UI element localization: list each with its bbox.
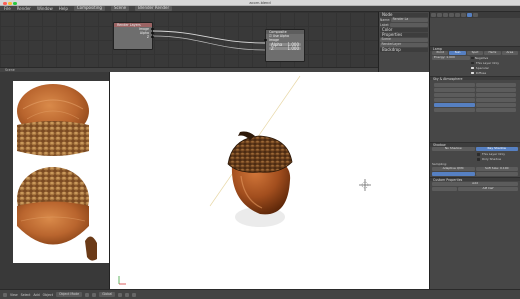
node-properties-panel: Node Name: Render La Label: Color Propert… xyxy=(378,12,429,72)
render-engine-selector[interactable]: Blender Render xyxy=(135,6,173,11)
pivot-icon[interactable] xyxy=(92,292,97,297)
menu-select[interactable]: Select xyxy=(21,293,31,297)
transform-orientation-selector[interactable]: Global xyxy=(99,292,116,297)
input-image: Image xyxy=(264,38,304,42)
object-tab-icon[interactable] xyxy=(449,13,454,17)
acorn-object[interactable] xyxy=(227,131,293,228)
api-row: API Def xyxy=(430,186,520,191)
node-editor[interactable]: Render Layers Image Alpha Z Composite ☑ … xyxy=(0,12,378,67)
checkbox-icon[interactable] xyxy=(477,152,480,156)
node-label-field[interactable] xyxy=(390,23,428,28)
texture-drawing xyxy=(17,84,97,261)
editor-type-icon[interactable] xyxy=(3,292,7,297)
image-editor[interactable] xyxy=(0,72,110,289)
socket-icon[interactable] xyxy=(264,38,268,42)
3d-viewport[interactable] xyxy=(110,72,429,289)
checkbox-icon[interactable] xyxy=(471,71,474,75)
texture-tab-icon[interactable] xyxy=(473,13,478,17)
lamp-type-area[interactable]: Area xyxy=(501,50,519,55)
sky-field[interactable] xyxy=(475,87,516,92)
socket-icon[interactable] xyxy=(150,35,154,39)
sky-field[interactable] xyxy=(475,82,516,87)
bottom-header: View Select Add Object Object Mode Globa… xyxy=(0,289,520,299)
sky-field[interactable] xyxy=(434,92,475,97)
sky-field[interactable] xyxy=(434,107,475,112)
viewport-scene xyxy=(118,75,371,285)
axis-gizmo-icon xyxy=(118,276,126,285)
custom-add-row: Add xyxy=(430,181,520,186)
render-tab-icon[interactable] xyxy=(431,13,436,17)
shading-icon[interactable] xyxy=(85,292,90,297)
soft-size-field[interactable]: Soft Size: 0.100 xyxy=(475,166,518,172)
render-preview-icon[interactable] xyxy=(132,292,137,297)
sampling-method-select[interactable]: Adaptive QMC xyxy=(432,167,475,172)
sky-field[interactable] xyxy=(475,92,516,97)
option-negative[interactable]: Negative xyxy=(471,56,518,60)
screen-layout-selector[interactable]: Compositing xyxy=(73,6,105,11)
sky-field[interactable] xyxy=(475,107,516,112)
sky-field[interactable] xyxy=(434,102,475,107)
api-field[interactable] xyxy=(432,186,457,191)
menu-view[interactable]: View xyxy=(10,293,18,297)
lamp-options: Negative xyxy=(471,56,518,60)
3d-cursor-icon[interactable] xyxy=(359,179,371,191)
backdrop-section-header[interactable]: Backdrop xyxy=(380,47,428,53)
energy-field[interactable]: Energy: 1.000 xyxy=(432,55,470,60)
menu-help[interactable]: Help xyxy=(59,6,68,11)
menu-render[interactable]: Render xyxy=(17,6,31,11)
sky-field[interactable] xyxy=(434,87,475,92)
ray-shadow-button[interactable]: Ray Shadow xyxy=(475,147,518,152)
snap-icon[interactable] xyxy=(125,292,130,297)
sky-settings xyxy=(430,80,520,143)
socket-icon[interactable] xyxy=(150,27,154,31)
properties-context xyxy=(430,18,520,46)
no-shadow-button[interactable]: No Shadow xyxy=(432,147,475,152)
window-title: acorn.blend xyxy=(249,0,271,5)
lamp-type-hemi[interactable]: Hemi xyxy=(484,50,501,55)
lamp-tab-icon[interactable] xyxy=(467,13,472,17)
checkbox-icon[interactable] xyxy=(471,66,474,70)
checkbox-icon[interactable] xyxy=(477,157,480,161)
modifiers-tab-icon[interactable] xyxy=(461,13,466,17)
menu-file[interactable]: File xyxy=(4,6,11,11)
node-name-field[interactable]: Render La xyxy=(391,17,428,22)
add-property-button[interactable]: Add xyxy=(432,181,518,186)
menu-window[interactable]: Window xyxy=(37,6,53,11)
acorn-texture-image xyxy=(13,81,109,263)
socket-icon[interactable] xyxy=(150,31,154,35)
sky-field[interactable] xyxy=(475,97,516,102)
scene-tab-icon[interactable] xyxy=(437,13,442,17)
checkbox-icon[interactable] xyxy=(471,61,474,65)
sampling-option[interactable] xyxy=(475,172,518,177)
constraints-tab-icon[interactable] xyxy=(455,13,460,17)
api-def-field[interactable]: API Def xyxy=(458,186,518,191)
layers-icon[interactable] xyxy=(118,292,123,297)
sampling-option[interactable] xyxy=(432,172,475,177)
composite-node[interactable]: Composite ☑ Use Alpha Image Alpha 1.000 Z… xyxy=(264,29,305,62)
menu-add[interactable]: Add xyxy=(33,293,39,297)
properties-editor: Lamp Point Sun Spot Hemi Area Energy: 1.… xyxy=(429,12,520,289)
sky-field[interactable] xyxy=(434,82,475,87)
menu-object[interactable]: Object xyxy=(43,293,53,297)
sky-field[interactable] xyxy=(434,97,475,102)
energy-row: Energy: 1.000 Negative xyxy=(430,55,520,61)
scene-selector[interactable]: Scene xyxy=(110,6,130,11)
z-field[interactable]: Z 1.000 xyxy=(269,46,301,50)
node-name-row: Name: Render La xyxy=(380,17,428,23)
checkbox-icon[interactable] xyxy=(471,56,474,60)
world-tab-icon[interactable] xyxy=(443,13,448,17)
render-layers-node[interactable]: Render Layers Image Alpha Z xyxy=(113,22,154,50)
lamp-type-spot[interactable]: Spot xyxy=(466,50,484,55)
sky-field[interactable] xyxy=(475,102,516,107)
mode-selector[interactable]: Object Mode xyxy=(55,292,83,297)
output-z: Z xyxy=(114,35,154,39)
node-links xyxy=(152,30,266,51)
